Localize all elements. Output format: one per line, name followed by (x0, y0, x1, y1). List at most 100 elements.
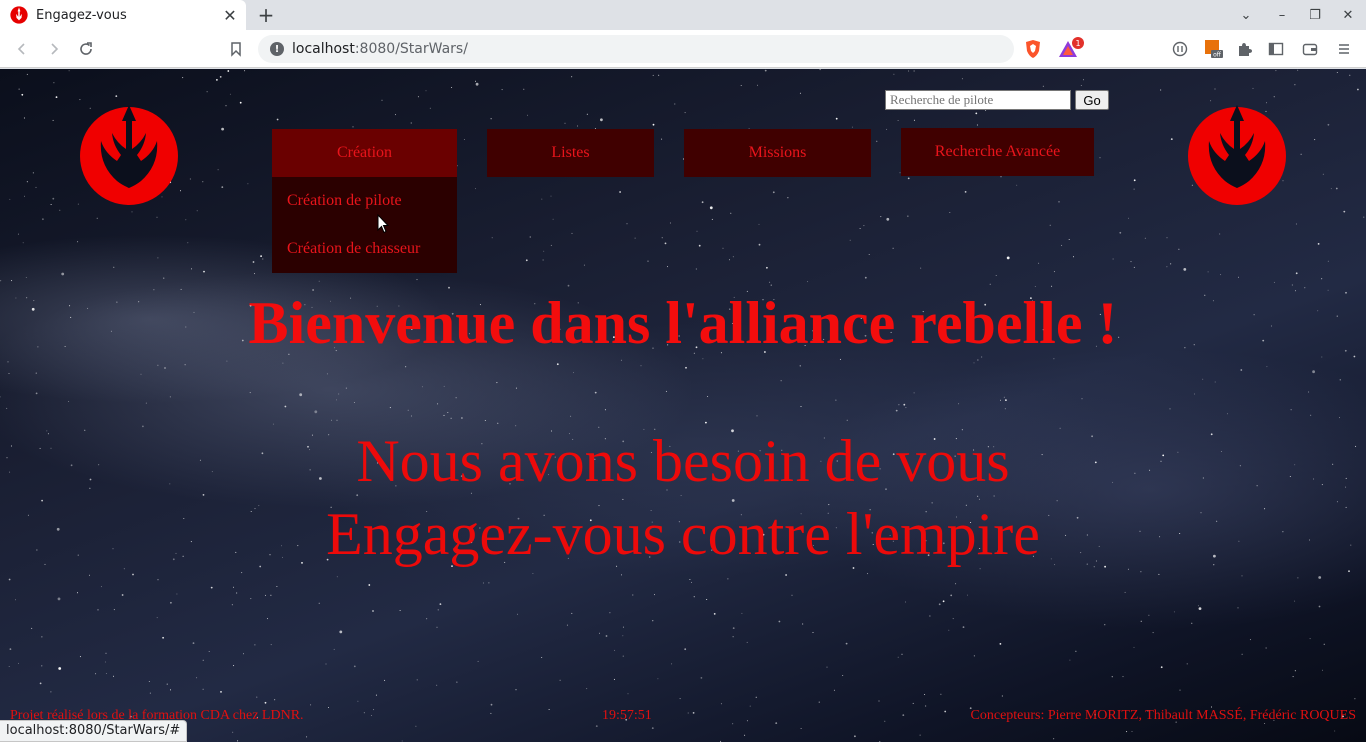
star (41, 665, 43, 667)
star (1202, 378, 1204, 380)
star (709, 206, 713, 210)
star (764, 69, 767, 72)
star (835, 399, 837, 401)
nav-listes-button[interactable]: Listes (487, 129, 654, 177)
nav-recherche-avancee-button[interactable]: Recherche Avancée (901, 128, 1094, 176)
star (221, 127, 225, 131)
extension-button[interactable]: off (1202, 37, 1226, 61)
star (898, 404, 900, 406)
star (184, 364, 186, 366)
forward-button[interactable] (42, 37, 66, 61)
star (964, 191, 967, 193)
bookmark-button[interactable] (224, 37, 248, 61)
brave-shields-icon[interactable] (1024, 39, 1042, 59)
star (962, 626, 965, 628)
star (732, 636, 734, 638)
star (770, 284, 772, 286)
info-icon[interactable]: ! (270, 42, 284, 56)
star (477, 660, 479, 662)
menu-item-creation-chasseur[interactable]: Création de chasseur (272, 225, 457, 273)
star (32, 172, 34, 174)
star (620, 359, 622, 361)
star (609, 612, 611, 614)
browser-tab[interactable]: Engagez-vous ✕ (0, 0, 246, 30)
star (942, 600, 945, 603)
menu-item-creation-pilote[interactable]: Création de pilote (272, 177, 457, 225)
star (1140, 620, 1142, 622)
star (1249, 639, 1251, 641)
star (96, 217, 98, 219)
star (338, 393, 340, 395)
menu-button[interactable] (1332, 37, 1356, 61)
extensions-button[interactable] (1232, 37, 1256, 61)
star (944, 710, 947, 713)
star (7, 361, 9, 363)
star (846, 419, 848, 421)
sidebar-button[interactable] (1264, 37, 1288, 61)
star (426, 618, 428, 620)
nav-creation-button[interactable]: Création (272, 129, 457, 177)
nav-missions-button[interactable]: Missions (684, 129, 871, 177)
star (905, 407, 907, 409)
close-tab-icon[interactable]: ✕ (218, 3, 242, 27)
star (583, 264, 585, 266)
star (132, 573, 134, 576)
star (417, 96, 419, 98)
new-tab-icon[interactable]: + (254, 3, 278, 27)
star (221, 186, 224, 188)
star (131, 211, 133, 213)
vpn-button[interactable] (1168, 37, 1192, 61)
rebel-alliance-favicon-icon (10, 6, 28, 24)
star (756, 415, 758, 417)
star (1133, 266, 1135, 268)
svg-text:off: off (1213, 52, 1222, 59)
star (192, 642, 195, 644)
star (336, 576, 338, 578)
star (859, 228, 861, 229)
star (1068, 239, 1070, 240)
star (162, 636, 165, 639)
star (604, 409, 606, 411)
star (239, 101, 242, 104)
star (1178, 248, 1180, 250)
star (410, 122, 412, 124)
rewards-badge: 1 (1072, 37, 1084, 49)
star (1292, 676, 1294, 678)
puzzle-icon (1239, 43, 1252, 56)
star (196, 677, 198, 679)
minimize-icon[interactable]: – (1270, 4, 1294, 26)
vpn-icon (1172, 41, 1188, 57)
star (529, 236, 531, 238)
reload-button[interactable] (74, 37, 98, 61)
star (780, 380, 782, 382)
restore-window-icon[interactable]: ❐ (1303, 4, 1327, 26)
star (999, 643, 1002, 645)
star (1166, 237, 1168, 239)
star (746, 641, 748, 643)
star (475, 82, 479, 86)
star (1004, 408, 1006, 410)
star (1006, 256, 1010, 260)
star (707, 396, 709, 397)
close-window-icon[interactable]: ✕ (1336, 4, 1360, 26)
star (973, 362, 975, 364)
star (233, 586, 234, 588)
star (463, 139, 465, 140)
pilot-search-input[interactable] (885, 90, 1071, 110)
star (1003, 396, 1005, 398)
star (121, 594, 124, 596)
star (886, 217, 890, 221)
tab-list-chevron-icon[interactable]: ⌄ (1234, 4, 1258, 26)
url-path: :8080/StarWars/ (354, 41, 468, 57)
star (1081, 398, 1083, 400)
wallet-button[interactable] (1298, 37, 1322, 61)
address-bar[interactable]: ! localhost:8080/StarWars/ (258, 35, 1014, 63)
search-go-button[interactable]: Go (1075, 90, 1109, 110)
back-button[interactable] (10, 37, 34, 61)
star (912, 702, 914, 704)
star (1321, 278, 1323, 280)
star (571, 76, 573, 78)
star (695, 268, 697, 270)
star (1273, 96, 1275, 98)
star (619, 191, 621, 193)
